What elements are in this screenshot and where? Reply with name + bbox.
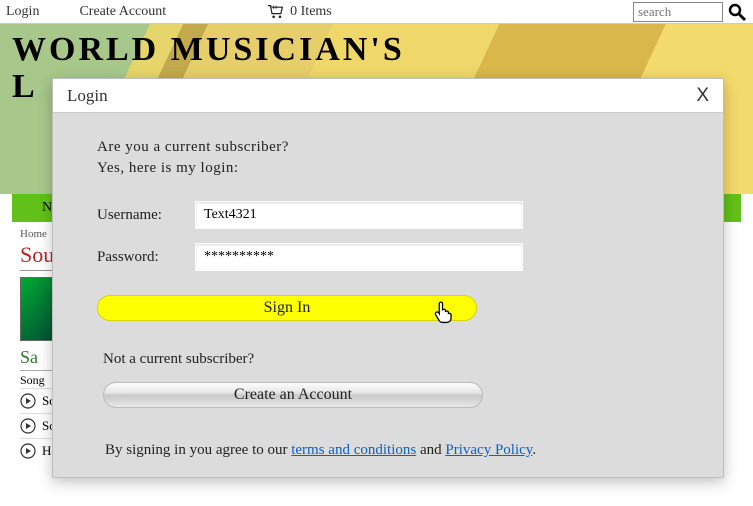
cart-icon [266,4,286,20]
subscriber-question: Are you a current subscriber? [97,139,679,156]
password-input[interactable] [195,243,523,271]
play-icon[interactable] [20,443,36,459]
play-icon[interactable] [20,393,36,409]
not-subscriber-text: Not a current subscriber? [103,351,679,368]
play-icon[interactable] [20,418,36,434]
pointer-cursor-icon [431,299,453,325]
search-input[interactable] [633,2,723,22]
search [633,2,747,22]
create-account-link[interactable]: Create Account [79,4,166,20]
username-input[interactable] [195,201,523,229]
modal-titlebar: Login X [53,79,723,113]
username-label: Username: [97,207,195,224]
privacy-link[interactable]: Privacy Policy [445,442,532,458]
brand-line2: L [12,68,38,106]
top-bar: Login Create Account 0 Items [0,0,753,24]
sign-in-button[interactable]: Sign In [97,295,477,321]
modal-body: Are you a current subscriber? Yes, here … [53,113,723,477]
close-icon[interactable]: X [696,85,709,107]
username-row: Username: [97,201,679,229]
cart-count: 0 Items [290,4,332,20]
agree-prefix: By signing in you agree to our [105,442,291,458]
modal-title: Login [67,86,108,106]
cart[interactable]: 0 Items [266,4,332,20]
create-account-button[interactable]: Create an Account [103,382,483,408]
sign-in-label: Sign In [264,299,311,316]
agree-text: By signing in you agree to our terms and… [97,442,679,459]
password-label: Password: [97,249,195,266]
agree-and: and [416,442,445,458]
yes-login-line: Yes, here is my login: [97,160,679,177]
login-link[interactable]: Login [6,4,39,20]
password-row: Password: [97,243,679,271]
terms-link[interactable]: terms and conditions [291,442,416,458]
login-modal: Login X Are you a current subscriber? Ye… [52,78,724,478]
agree-period: . [532,442,536,458]
search-icon[interactable] [727,2,747,22]
brand-line1: World Musician's [12,32,405,68]
